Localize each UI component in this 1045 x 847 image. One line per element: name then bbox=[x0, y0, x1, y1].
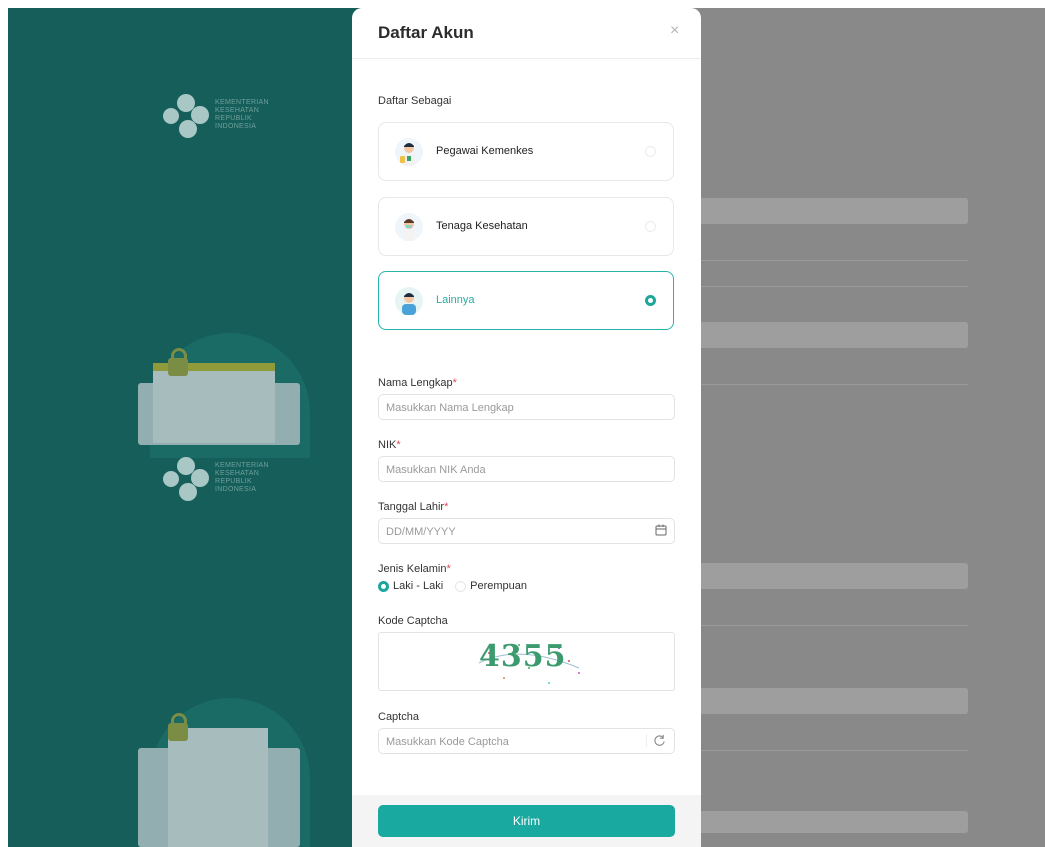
tenaga-kesehatan-avatar-icon bbox=[395, 213, 423, 241]
kemenkes-logo-text: KEMENTERIAN KESEHATAN REPUBLIK INDONESIA bbox=[215, 99, 269, 130]
modal-title: Daftar Akun bbox=[378, 23, 474, 42]
kemenkes-logo: KEMENTERIAN KESEHATAN REPUBLIK INDONESIA bbox=[163, 92, 269, 138]
captcha-code-label: Kode Captcha bbox=[378, 615, 448, 627]
illustration-document-lower bbox=[168, 728, 268, 847]
left-background-panel: KEMENTERIAN KESEHATAN REPUBLIK INDONESIA… bbox=[8, 8, 360, 847]
illustration-document bbox=[153, 368, 275, 443]
register-modal: Daftar Akun × Daftar Sebagai Pegawai Kem… bbox=[352, 8, 701, 847]
lock-icon-lower bbox=[168, 713, 188, 741]
birth-date-label: Tanggal Lahir* bbox=[378, 501, 449, 513]
option-label: Tenaga Kesehatan bbox=[436, 220, 528, 232]
captcha-label: Captcha bbox=[378, 711, 419, 723]
close-icon[interactable]: × bbox=[670, 22, 679, 40]
option-label: Lainnya bbox=[436, 294, 475, 306]
nik-input[interactable]: Masukkan NIK Anda bbox=[378, 456, 675, 482]
captcha-image: 4355 bbox=[378, 632, 675, 691]
kemenkes-logo-mark-secondary bbox=[163, 455, 209, 501]
submit-button[interactable]: Kirim bbox=[378, 805, 675, 837]
gender-option-male[interactable]: Laki - Laki bbox=[393, 580, 443, 592]
lainnya-avatar-icon bbox=[395, 287, 423, 315]
option-radio[interactable] bbox=[645, 146, 656, 157]
option-tenaga-kesehatan[interactable]: Tenaga Kesehatan bbox=[378, 197, 674, 256]
register-as-label: Daftar Sebagai bbox=[378, 95, 452, 107]
gender-radio-female[interactable] bbox=[455, 580, 467, 592]
captcha-placeholder: Masukkan Kode Captcha bbox=[386, 736, 509, 748]
gender-radio-group: Laki - Laki Perempuan bbox=[378, 580, 527, 592]
nik-label: NIK* bbox=[378, 439, 401, 451]
kemenkes-logo-secondary: KEMENTERIAN KESEHATAN REPUBLIK INDONESIA bbox=[163, 455, 269, 501]
gender-radio-male[interactable] bbox=[378, 580, 389, 592]
screen: KEMENTERIAN KESEHATAN REPUBLIK INDONESIA… bbox=[8, 8, 1045, 847]
option-lainnya[interactable]: Lainnya bbox=[378, 271, 674, 330]
captcha-code-text: 4355 bbox=[479, 639, 567, 674]
full-name-label: Nama Lengkap* bbox=[378, 377, 457, 389]
lock-icon bbox=[168, 348, 188, 376]
option-pegawai-kemenkes[interactable]: Pegawai Kemenkes bbox=[378, 122, 674, 181]
birth-date-input[interactable]: DD/MM/YYYY bbox=[378, 518, 675, 544]
full-name-input[interactable]: Masukkan Nama Lengkap bbox=[378, 394, 675, 420]
kemenkes-logo-mark bbox=[163, 92, 209, 138]
gender-option-female[interactable]: Perempuan bbox=[470, 580, 527, 592]
option-radio[interactable] bbox=[645, 221, 656, 232]
modal-header: Daftar Akun × bbox=[352, 8, 701, 59]
gender-label: Jenis Kelamin* bbox=[378, 563, 451, 575]
birth-date-placeholder: DD/MM/YYYY bbox=[386, 526, 456, 538]
option-radio[interactable] bbox=[645, 295, 656, 306]
captcha-input[interactable]: Masukkan Kode Captcha bbox=[378, 728, 675, 754]
refresh-icon[interactable] bbox=[646, 734, 666, 747]
calendar-icon[interactable] bbox=[655, 524, 667, 536]
kemenkes-logo-text-secondary: KEMENTERIAN KESEHATAN REPUBLIK INDONESIA bbox=[215, 462, 269, 493]
option-label: Pegawai Kemenkes bbox=[436, 145, 534, 157]
pegawai-avatar-icon bbox=[395, 138, 423, 166]
